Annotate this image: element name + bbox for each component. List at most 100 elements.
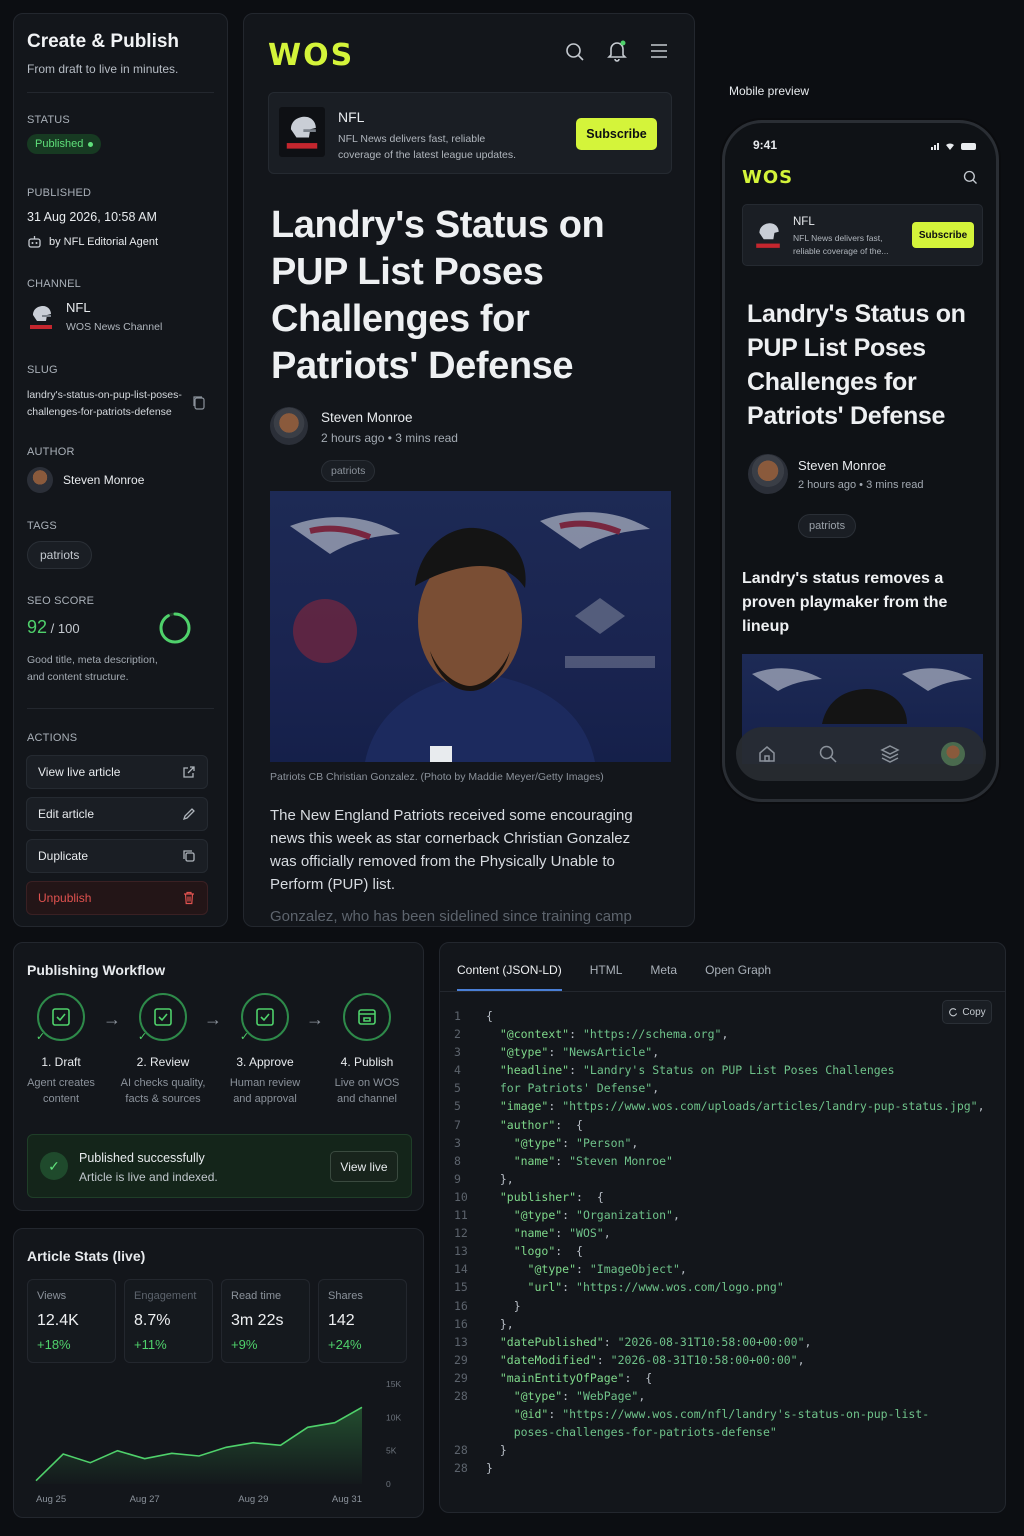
published-date: 31 Aug 2026, 10:58 AM	[27, 210, 157, 224]
line-number: 10	[454, 1189, 468, 1204]
line-number: 29	[454, 1352, 468, 1367]
publish-sidebar: Create & Publish From draft to live in m…	[13, 13, 228, 927]
view-live-article-button[interactable]: View live article	[26, 755, 208, 789]
divider	[27, 708, 214, 709]
menu-icon[interactable]	[650, 44, 668, 58]
slug-label: SLUG	[27, 364, 58, 376]
stat-card-read-time: Read time 3m 22s +9%	[221, 1279, 310, 1363]
line-number: 2	[454, 1027, 461, 1042]
article-preview: WOS NFL NFL News delivers fast, reliable…	[243, 13, 695, 927]
line-number: 8	[454, 1153, 461, 1168]
nfl-news-logo	[751, 217, 785, 253]
view-live-button[interactable]: View live	[330, 1151, 398, 1182]
duplicate-icon	[183, 850, 195, 862]
structured-data-panel: Content (JSON-LD) HTML Meta Open Graph C…	[439, 942, 1006, 1513]
search-icon[interactable]	[963, 170, 978, 185]
code-line: 7 "author": {	[454, 1116, 985, 1134]
line-number: 7	[454, 1117, 461, 1132]
tag-chip[interactable]: patriots	[321, 460, 376, 482]
x-tick-label: Aug 31	[332, 1494, 362, 1504]
search-icon[interactable]	[818, 744, 838, 764]
robot-icon	[28, 236, 41, 248]
channel-card: NFL NFL News delivers fast, reliable cove…	[742, 204, 983, 266]
line-number: 1	[454, 1009, 461, 1023]
search-icon[interactable]	[565, 42, 585, 62]
author-name[interactable]: Steven Monroe	[798, 458, 886, 473]
line-number: 13	[454, 1244, 468, 1259]
stat-card-views: Views 12.4K +18%	[27, 1279, 116, 1363]
actions-label: ACTIONS	[27, 732, 78, 744]
code-line: 16 }	[454, 1297, 985, 1315]
code-line: 5 "image": "https://www.wos.com/uploads/…	[454, 1097, 985, 1115]
duplicate-button[interactable]: Duplicate	[26, 839, 208, 873]
code-line: "@id": "https://www.wos.com/nfl/landry's…	[513, 1407, 930, 1422]
code-line: 29 "dateModified": "2026-08-31T10:58:00+…	[454, 1351, 985, 1369]
tab-open-graph[interactable]: Open Graph	[705, 963, 771, 991]
line-number: 14	[454, 1262, 468, 1277]
code-line: 4 "headline": "Landry's Status on PUP Li…	[454, 1061, 985, 1079]
tab-meta[interactable]: Meta	[650, 963, 677, 991]
subscribe-button[interactable]: Subscribe	[576, 118, 657, 150]
status-time: 9:41	[753, 138, 778, 152]
unpublish-button[interactable]: Unpublish	[26, 881, 208, 915]
y-tick-label: 15K	[386, 1379, 401, 1389]
author-name[interactable]: Steven Monroe	[321, 410, 413, 425]
article-meta: 2 hours ago • 3 mins read	[321, 431, 458, 445]
line-number: 28	[454, 1461, 468, 1476]
approve-check-icon	[256, 1008, 274, 1026]
workflow-step-review: ✓ 2. Review AI checks quality, facts & sou…	[115, 993, 211, 1107]
code-line: 10 "publisher": {	[454, 1188, 985, 1206]
json-ld-code: 1{2 "@context": "https://schema.org", 3 "…	[454, 1007, 985, 1477]
y-tick-label: 5K	[386, 1446, 397, 1456]
success-banner: ✓ Published successfully Article is live…	[27, 1134, 412, 1198]
line-number: 9	[454, 1171, 461, 1186]
status-badge: Published	[27, 134, 102, 154]
tab-html[interactable]: HTML	[590, 963, 623, 991]
code-line: 15 "url": "https://www.wos.com/logo.png"	[454, 1278, 985, 1296]
avatar	[27, 467, 53, 493]
layers-icon[interactable]	[880, 744, 900, 764]
review-check-icon	[154, 1008, 172, 1026]
tag-chip[interactable]: patriots	[27, 541, 93, 569]
channel-description: NFL News delivers fast, reliable coverage…	[793, 233, 889, 256]
published-by: by NFL Editorial Agent	[49, 236, 159, 248]
stat-card-shares: Shares 142 +24%	[318, 1279, 407, 1363]
code-line: 3 "@type": "NewsArticle",	[454, 1043, 985, 1061]
article-title: Landry's Status on PUP List Poses Challeng…	[271, 204, 605, 387]
nfl-news-logo	[279, 107, 325, 157]
chart-area	[36, 1407, 362, 1484]
line-number: 5	[454, 1081, 461, 1096]
channel-name: NFL	[66, 300, 91, 315]
tag-chip[interactable]: patriots	[798, 514, 857, 538]
channel-name: NFL	[793, 216, 815, 228]
seo-description: Good title, meta description, and content…	[27, 654, 158, 683]
edit-article-button[interactable]: Edit article	[26, 797, 208, 831]
slug-value: landry's-status-on-pup-list-poses- chall…	[27, 389, 182, 418]
bottom-nav	[736, 727, 986, 781]
nfl-news-logo	[27, 301, 55, 333]
tab-content-json-ld[interactable]: Content (JSON-LD)	[457, 963, 562, 991]
article-title: Landry's Status on PUP List Poses Challeng…	[747, 300, 966, 430]
line-number: 3	[454, 1135, 461, 1150]
publish-icon	[358, 1009, 376, 1025]
stat-card-engagement: Engagement 8.7% +11%	[124, 1279, 213, 1363]
subscribe-button[interactable]: Subscribe	[912, 222, 974, 248]
bell-icon[interactable]	[607, 40, 627, 62]
code-line: 11 "@type": "Organization",	[454, 1206, 985, 1224]
x-tick-label: Aug 29	[238, 1494, 268, 1504]
status-label: STATUS	[27, 114, 70, 126]
code-line: 13 "logo": {	[454, 1242, 985, 1260]
publishing-workflow: Publishing Workflow ✓ 1. Draft Agent crea…	[13, 942, 424, 1211]
line-number: 13	[454, 1334, 468, 1349]
home-icon[interactable]	[757, 744, 777, 764]
copy-icon[interactable]	[192, 395, 206, 410]
line-number: 29	[454, 1370, 468, 1385]
tags-label: TAGS	[27, 520, 57, 532]
line-number: 16	[454, 1298, 468, 1313]
y-tick-label: 10K	[386, 1412, 401, 1422]
external-link-icon	[183, 766, 195, 778]
channel-card: NFL NFL News delivers fast, reliable cove…	[268, 92, 672, 174]
profile-avatar[interactable]	[941, 742, 966, 766]
line-number: 12	[454, 1226, 468, 1241]
code-line: 13 "datePublished": "2026-08-31T10:58:00…	[454, 1333, 985, 1351]
